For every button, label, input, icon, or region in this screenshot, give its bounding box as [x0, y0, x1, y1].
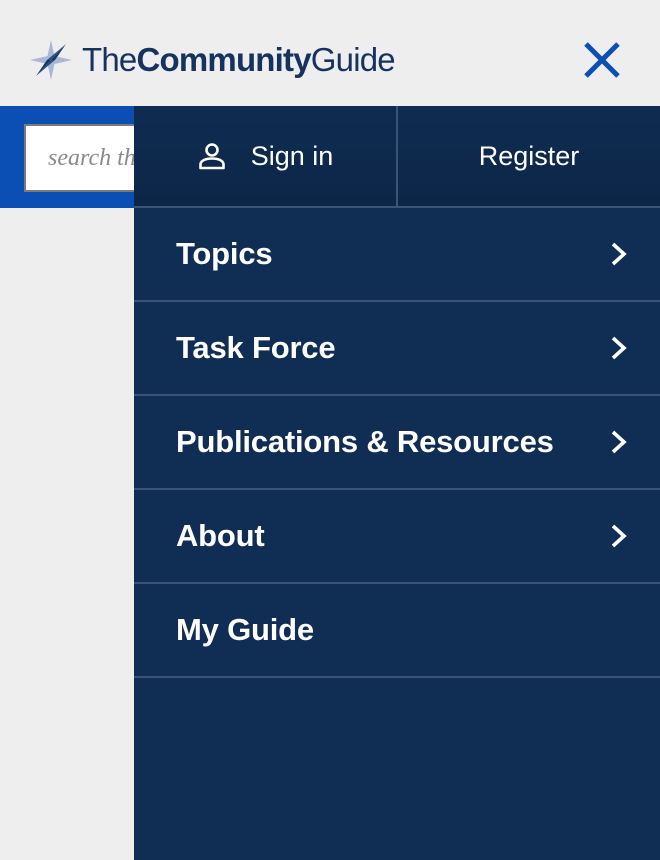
site-header: TheCommunityGuide: [0, 0, 660, 106]
chevron-right-icon: [611, 524, 627, 548]
nav-drawer: Sign in Register Topics Task Force Publi…: [134, 106, 660, 860]
nav-item-label: About: [176, 518, 265, 553]
auth-row: Sign in Register: [134, 106, 660, 208]
logo-wordmark: TheCommunityGuide: [82, 41, 396, 79]
nav-item-my-guide[interactable]: My Guide: [134, 584, 660, 678]
nav-item-about[interactable]: About: [134, 490, 660, 584]
nav-item-task-force[interactable]: Task Force: [134, 302, 660, 396]
chevron-right-icon: [611, 336, 627, 360]
star-compass-icon: [30, 40, 72, 80]
logo-word-the: The: [82, 41, 137, 78]
nav-item-label: Task Force: [176, 330, 336, 365]
nav-item-publications-resources[interactable]: Publications & Resources: [134, 396, 660, 490]
person-icon: [198, 143, 225, 170]
chevron-right-icon: [611, 430, 627, 454]
register-button[interactable]: Register: [398, 106, 660, 206]
chevron-right-icon: [611, 242, 627, 266]
site-logo[interactable]: TheCommunityGuide: [26, 36, 396, 84]
nav-item-label: Publications & Resources: [176, 424, 554, 459]
sign-in-button[interactable]: Sign in: [134, 106, 398, 206]
logo-word-guide: Guide: [310, 41, 396, 78]
nav-item-label: My Guide: [176, 612, 314, 647]
close-icon: [584, 42, 620, 78]
register-label: Register: [478, 140, 580, 171]
close-menu-button[interactable]: [578, 36, 626, 84]
main-nav: Topics Task Force Publications & Resourc…: [134, 208, 660, 678]
nav-item-label: Topics: [176, 236, 273, 271]
logo-word-community: Community: [136, 41, 311, 78]
nav-item-topics[interactable]: Topics: [134, 208, 660, 302]
sign-in-label: Sign in: [250, 140, 334, 171]
